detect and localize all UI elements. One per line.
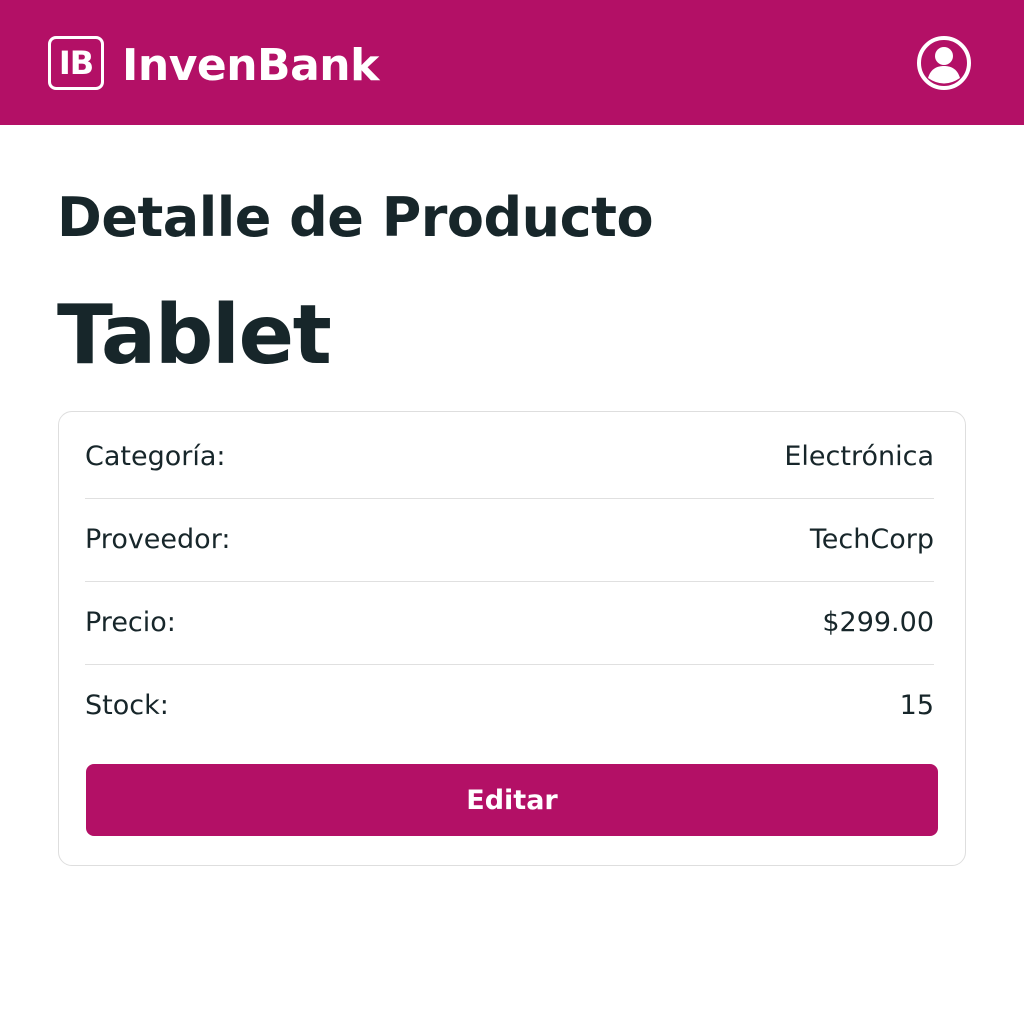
user-circle-icon[interactable] xyxy=(916,35,972,91)
page-title: Detalle de Producto xyxy=(57,186,654,249)
supplier-label: Proveedor: xyxy=(85,524,231,555)
price-value: $299.00 xyxy=(822,607,934,638)
product-name: Tablet xyxy=(57,288,332,383)
category-value: Electrónica xyxy=(784,441,934,472)
detail-row-price: Precio: $299.00 xyxy=(85,581,934,665)
detail-row-category: Categoría: Electrónica xyxy=(85,415,934,499)
supplier-value: TechCorp xyxy=(809,524,934,555)
edit-button[interactable]: Editar xyxy=(86,764,938,836)
brand-name[interactable]: InvenBank xyxy=(122,38,379,94)
logo-icon[interactable]: IB xyxy=(48,36,104,90)
category-label: Categoría: xyxy=(85,441,226,472)
stock-value: 15 xyxy=(899,690,934,721)
top-navbar: IB InvenBank xyxy=(0,0,1024,125)
detail-row-stock: Stock: 15 xyxy=(85,664,934,747)
price-label: Precio: xyxy=(85,607,176,638)
detail-row-supplier: Proveedor: TechCorp xyxy=(85,498,934,582)
product-detail-card: Categoría: Electrónica Proveedor: TechCo… xyxy=(58,411,966,866)
stock-label: Stock: xyxy=(85,690,169,721)
